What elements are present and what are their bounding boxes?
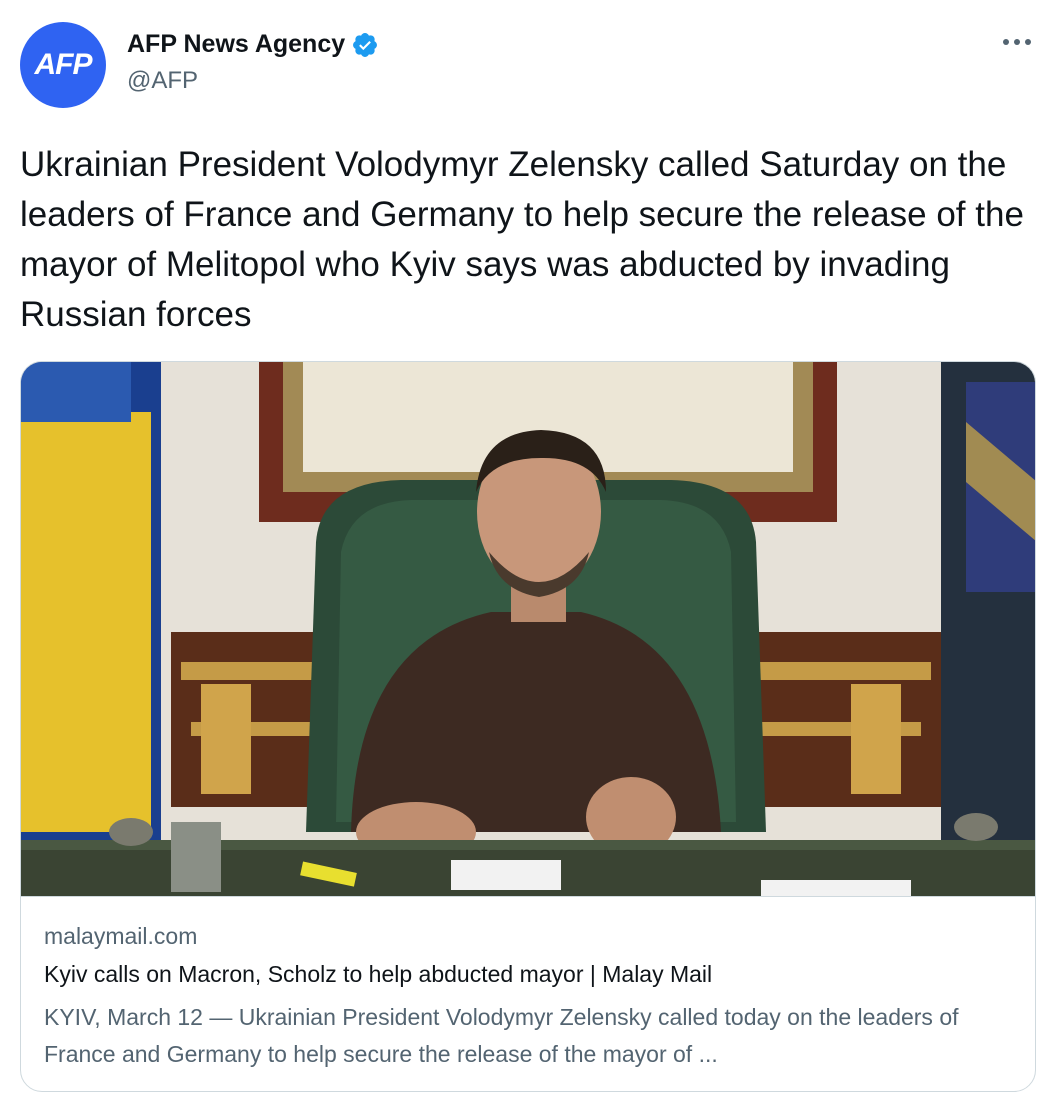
- author-handle[interactable]: @AFP: [127, 67, 198, 95]
- card-domain: malaymail.com: [44, 923, 198, 949]
- verified-badge-icon: [353, 32, 378, 57]
- tweet-text: Ukrainian President Volodymyr Zelensky c…: [20, 145, 1024, 334]
- author-name[interactable]: AFP News Agency: [127, 30, 345, 59]
- card-title: Kyiv calls on Macron, Scholz to help abd…: [44, 961, 713, 987]
- avatar-logo-text: AFP: [34, 48, 93, 81]
- author-name-row[interactable]: AFP News Agency: [127, 30, 379, 59]
- link-card[interactable]: malaymail.com Kyiv calls on Macron, Scho…: [20, 361, 1036, 1092]
- avatar[interactable]: AFP: [20, 22, 106, 108]
- card-description: KYIV, March 12 — Ukrainian President Vol…: [44, 1004, 959, 1067]
- more-options-button[interactable]: [1002, 28, 1032, 48]
- card-image[interactable]: [21, 362, 1036, 896]
- more-horizontal-icon: [1003, 39, 1031, 45]
- card-body[interactable]: malaymail.com Kyiv calls on Macron, Scho…: [21, 896, 1035, 1091]
